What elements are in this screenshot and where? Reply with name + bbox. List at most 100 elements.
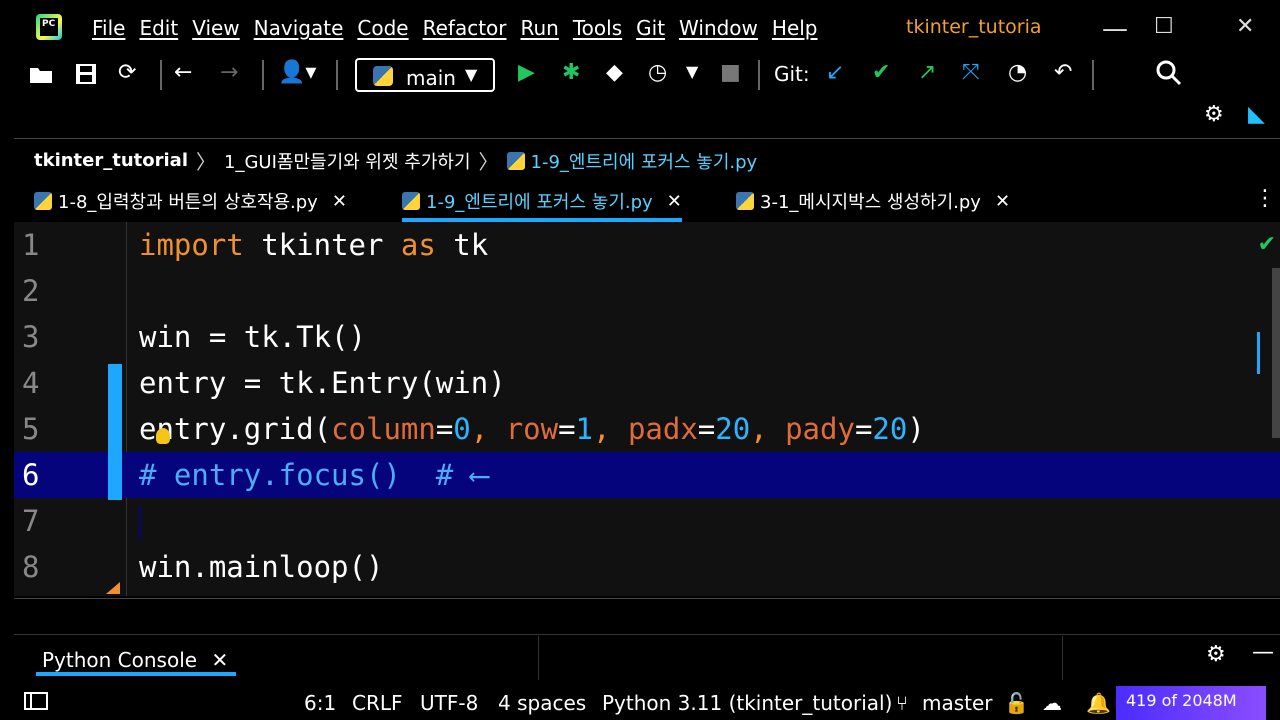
save-icon[interactable] xyxy=(74,62,98,92)
run-icon[interactable]: ▶ xyxy=(518,60,535,85)
code-line[interactable]: 1 import tkinter as tk xyxy=(14,222,1280,268)
hide-panel-icon[interactable]: — xyxy=(1252,640,1274,665)
notifications-bell-icon[interactable]: 🔔 xyxy=(1086,691,1111,715)
breadcrumb-project[interactable]: tkinter_tutorial xyxy=(34,150,188,171)
python-file-icon xyxy=(402,192,420,210)
close-window-icon[interactable]: ✕ xyxy=(1236,14,1254,39)
line-separator[interactable]: CRLF xyxy=(352,691,403,715)
menu-refactor[interactable]: Refactor xyxy=(423,16,507,40)
code-line[interactable]: 3 win = tk.Tk() xyxy=(14,314,1280,360)
sync-icon[interactable]: ⟳ xyxy=(118,60,136,85)
stop-icon[interactable]: ■ xyxy=(720,60,741,85)
file-encoding[interactable]: UTF-8 xyxy=(420,691,478,715)
vcs-branch-icon: ⑂ xyxy=(896,691,908,715)
code-line-current[interactable]: 6 # entry.focus() # ⟵ xyxy=(14,452,1280,498)
python-file-icon xyxy=(506,151,525,170)
python-console-tab[interactable]: Python Console ✕ xyxy=(42,648,228,672)
tab-1-8[interactable]: 1-8_입력창과 버튼의 상호작용.py ✕ xyxy=(34,182,347,220)
tab-label: 3-1_메시지박스 생성하기.py xyxy=(760,192,981,213)
coverage-icon[interactable]: ◆ xyxy=(606,60,623,85)
divider xyxy=(14,634,1280,635)
menu-tools[interactable]: Tools xyxy=(573,16,622,40)
code-line[interactable]: 8 win.mainloop() xyxy=(14,544,1280,590)
code-text: win = tk.Tk() xyxy=(139,320,366,354)
close-tab-icon[interactable]: ✕ xyxy=(332,191,347,212)
indent-setting[interactable]: 4 spaces xyxy=(498,691,586,715)
git-push-icon[interactable]: ↗ xyxy=(918,60,936,85)
vertical-scrollbar[interactable] xyxy=(1272,268,1280,438)
toolbar-separator xyxy=(1092,60,1094,90)
close-tab-icon[interactable]: ✕ xyxy=(995,191,1010,212)
code-line[interactable]: 7 xyxy=(14,498,1280,544)
toolbar-separator xyxy=(160,60,162,90)
menu-file[interactable]: File xyxy=(92,16,125,40)
tab-list-icon[interactable]: ⋮ xyxy=(1254,186,1276,211)
code-line[interactable]: 4 entry = tk.Entry(win) xyxy=(14,360,1280,406)
menu-code[interactable]: Code xyxy=(357,16,408,40)
breadcrumb-folder[interactable]: 1_GUI폼만들기와 위젯 추가하기 xyxy=(224,148,471,174)
open-folder-icon[interactable] xyxy=(28,62,54,92)
python-file-icon xyxy=(736,192,754,210)
menu-navigate[interactable]: Navigate xyxy=(254,16,344,40)
back-arrow-icon[interactable]: ← xyxy=(174,60,192,85)
intention-bulb-icon[interactable] xyxy=(156,428,170,444)
menu-help[interactable]: Help xyxy=(772,16,818,40)
git-commit-icon[interactable]: ✔ xyxy=(872,60,890,85)
breadcrumb-file[interactable]: 1-9_엔트리에 포커스 놓기.py xyxy=(531,148,758,174)
run-config-selector[interactable]: main ▼ xyxy=(355,58,495,92)
memory-indicator[interactable]: 419 of 2048M xyxy=(1116,686,1266,720)
menu-bar: PC File Edit View Navigate Code Refactor… xyxy=(14,0,1280,56)
toolbar-separator xyxy=(262,60,264,90)
menu-view[interactable]: View xyxy=(192,16,239,40)
tab-3-1[interactable]: 3-1_메시지박스 생성하기.py ✕ xyxy=(736,182,1010,220)
breadcrumb: tkinter_tutorial 〉 1_GUI폼만들기와 위젯 추가하기 〉 … xyxy=(34,146,757,175)
editor-tabs: 1-8_입력창과 버튼의 상호작용.py ✕ 1-9_엔트리에 포커스 놓기.p… xyxy=(14,182,1280,222)
debug-icon[interactable]: ✱ xyxy=(562,60,580,85)
code-line[interactable]: 5 entry.grid(column=0, row=1, padx=20, p… xyxy=(14,406,1280,452)
python-file-icon xyxy=(34,192,52,210)
forward-arrow-icon[interactable]: → xyxy=(220,60,238,85)
vcs-change-marker[interactable] xyxy=(108,364,122,500)
more-run-dropdown-icon[interactable]: ▼ xyxy=(686,62,698,81)
fold-marker-icon[interactable] xyxy=(106,582,120,594)
line-number: 3 xyxy=(22,320,40,354)
minimize-icon[interactable]: — xyxy=(1102,14,1128,44)
console-tab-label: Python Console xyxy=(42,648,198,672)
search-icon[interactable] xyxy=(1156,60,1182,92)
menu-edit[interactable]: Edit xyxy=(139,16,178,40)
settings-gear-icon[interactable]: ⚙ xyxy=(1204,102,1224,127)
git-history-icon[interactable]: ◔ xyxy=(1008,60,1027,85)
menu-git[interactable]: Git xyxy=(636,16,665,40)
line-number: 4 xyxy=(22,366,40,400)
code-editor[interactable]: 1 import tkinter as tk 2 3 win = tk.Tk()… xyxy=(14,222,1280,596)
python-icon xyxy=(373,66,393,86)
code-text: entry = tk.Entry(win) xyxy=(139,366,506,400)
python-interpreter[interactable]: Python 3.11 (tkinter_tutorial) xyxy=(602,691,892,715)
active-tab-underline xyxy=(36,672,236,676)
scroll-change-marker[interactable] xyxy=(1257,332,1260,374)
git-update-icon[interactable]: ↙ xyxy=(826,60,844,85)
inspection-ok-icon[interactable]: ✔ xyxy=(1258,232,1276,257)
menu-run[interactable]: Run xyxy=(521,16,559,40)
vcs-branch[interactable]: master xyxy=(922,691,993,715)
git-compare-icon[interactable]: ⤧ xyxy=(962,60,980,85)
user-dropdown-icon[interactable]: 👤▾ xyxy=(278,60,316,85)
close-console-icon[interactable]: ✕ xyxy=(211,648,228,672)
code-line[interactable]: 2 xyxy=(14,268,1280,314)
git-rollback-icon[interactable]: ↶ xyxy=(1054,60,1072,85)
close-tab-icon[interactable]: ✕ xyxy=(667,191,682,212)
caret-position[interactable]: 6:1 xyxy=(304,691,336,715)
code-with-me-icon[interactable]: ◣ xyxy=(1248,102,1265,127)
code-text: entry.grid(column=0, row=1, padx=20, pad… xyxy=(139,412,925,446)
toggle-tool-windows-icon[interactable] xyxy=(24,691,48,716)
divider xyxy=(1062,636,1063,680)
cloud-settings-icon[interactable]: ☁ xyxy=(1042,691,1062,715)
chevron-right-icon: 〉 xyxy=(478,150,499,174)
menu-window[interactable]: Window xyxy=(679,16,758,40)
console-settings-gear-icon[interactable]: ⚙ xyxy=(1206,642,1226,667)
tab-1-9[interactable]: 1-9_엔트리에 포커스 놓기.py ✕ xyxy=(402,182,682,222)
maximize-icon[interactable]: ☐ xyxy=(1154,14,1174,39)
readonly-lock-icon[interactable]: 🔓 xyxy=(1004,691,1029,715)
pycharm-logo-icon[interactable]: PC xyxy=(36,14,62,40)
profile-icon[interactable]: ◷ xyxy=(648,60,667,85)
